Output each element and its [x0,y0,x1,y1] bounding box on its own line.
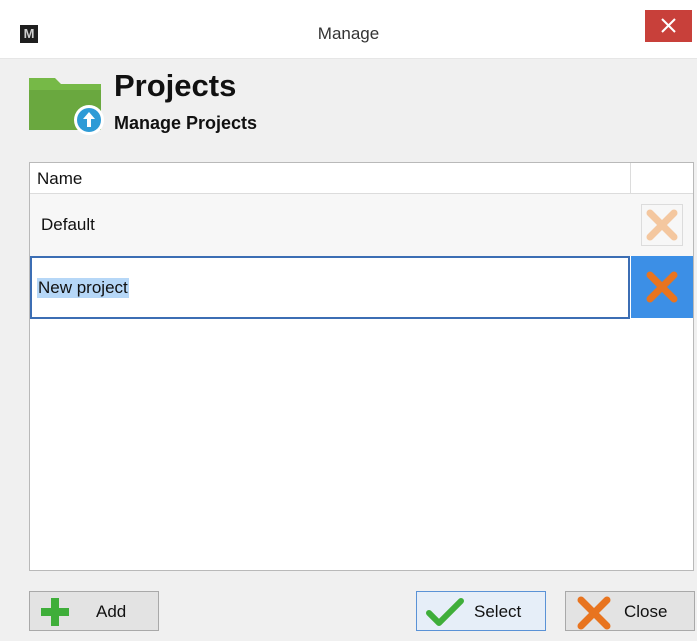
title-bar: M Manage [0,0,697,59]
add-button-label: Add [96,602,127,621]
column-divider [630,163,631,193]
window-close-button[interactable] [645,10,692,42]
folder-upload-icon [29,78,104,135]
project-name-edit-field[interactable]: New project [30,256,630,319]
close-button-label: Close [624,602,668,621]
select-button[interactable]: Select [416,591,546,631]
project-name-edit-text[interactable]: New project [37,278,129,298]
window-title: Manage [317,24,380,43]
delete-project-button[interactable] [631,256,693,318]
select-button-label: Select [474,602,522,621]
list-item-selected[interactable]: New project [30,256,693,319]
checkmark-icon [426,598,464,626]
column-header-name[interactable]: Name [37,169,82,189]
page-title: Projects [114,68,237,103]
project-name: Default [41,215,95,234]
delete-project-button[interactable] [631,194,693,256]
delete-x-icon [646,209,678,241]
list-header: Name [30,163,693,194]
list-item[interactable]: Default [30,194,693,256]
close-x-icon [577,596,611,630]
window-close-icon [661,18,676,33]
plus-icon [41,598,69,626]
projects-list[interactable]: Name Default New project [29,162,694,571]
add-button[interactable]: Add [29,591,159,631]
delete-x-icon [641,266,683,308]
page-subtitle: Manage Projects [114,113,258,133]
close-button[interactable]: Close [565,591,695,631]
